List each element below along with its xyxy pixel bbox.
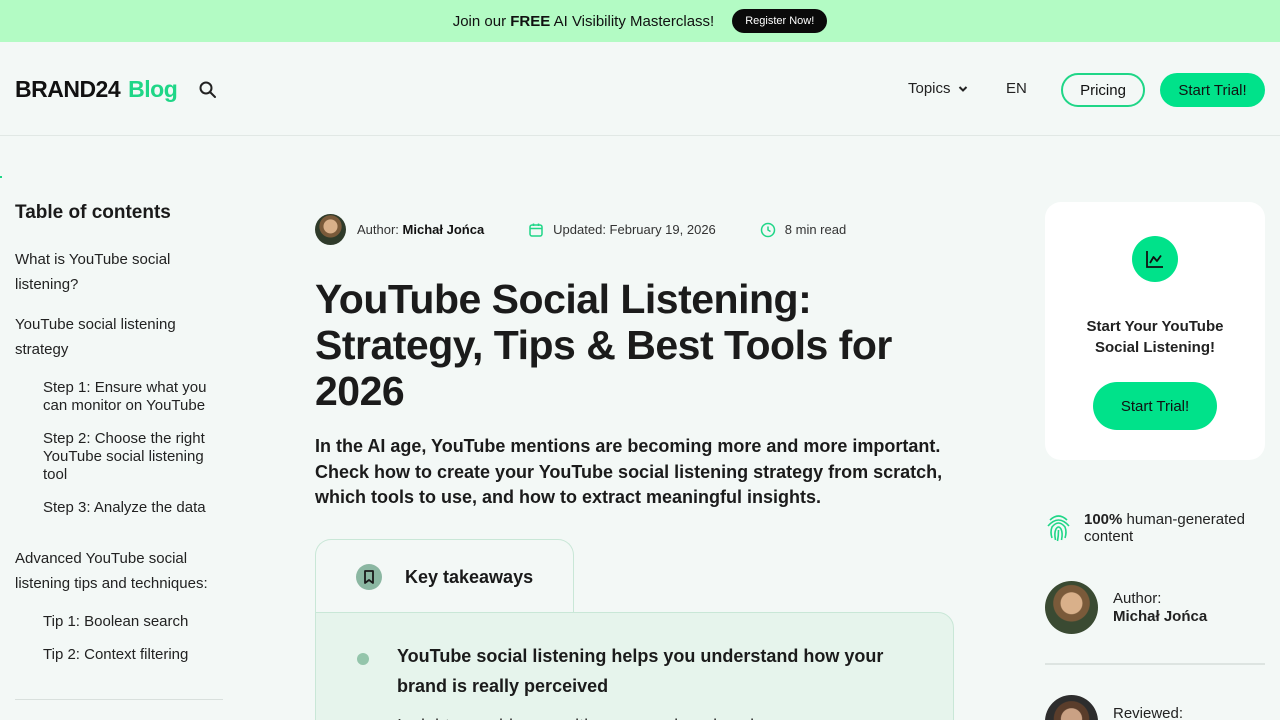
- cta-title: Start Your YouTube Social Listening!: [1086, 318, 1224, 356]
- topics-label: Topics: [908, 80, 951, 97]
- logo-blog: Blog: [128, 76, 178, 102]
- author-avatar[interactable]: [1045, 581, 1098, 634]
- toc-subitem[interactable]: Step 1: Ensure what you can monitor on Y…: [43, 379, 223, 415]
- bookmark-icon: [356, 564, 382, 590]
- sidebar-cta-card: Start Your YouTube Social Listening! Sta…: [1045, 202, 1265, 460]
- promo-text: Join our FREE AI Visibility Masterclass!: [452, 12, 715, 30]
- search-icon[interactable]: [198, 80, 218, 100]
- toc-subitem[interactable]: Tip 1: Boolean search: [43, 613, 223, 631]
- sidebar-reviewer: Reviewed:: [1045, 695, 1183, 720]
- reading-progress-bar: [0, 176, 2, 178]
- author-label: Author:: [1113, 589, 1162, 607]
- chart-line-icon: [1132, 236, 1178, 282]
- logo-brand: BRAND24: [15, 76, 121, 102]
- author-info: Author: Michał Jońca: [1113, 590, 1207, 626]
- brand-logo[interactable]: BRAND24 Blog: [15, 76, 178, 103]
- reviewed-label: Reviewed:: [1113, 705, 1184, 720]
- article-title: YouTube Social Listening: Strategy, Tips…: [315, 276, 892, 414]
- pricing-button[interactable]: Pricing: [1061, 73, 1145, 107]
- toc-item[interactable]: Advanced YouTube social listening tips a…: [15, 546, 223, 596]
- takeaway-item: YouTube social listening helps you under…: [397, 646, 884, 696]
- key-takeaways-title: Key takeaways: [405, 567, 534, 587]
- language-switch[interactable]: EN: [1006, 80, 1027, 97]
- bullet-dot: [357, 653, 369, 665]
- article-lead: In the AI age, YouTube mentions are beco…: [315, 436, 943, 507]
- toc-item[interactable]: YouTube social listening strategy: [15, 312, 223, 362]
- calendar-icon: [529, 223, 543, 237]
- toc-subitem[interactable]: Step 2: Choose the right YouTube social …: [43, 430, 223, 484]
- toc-divider: [15, 699, 223, 700]
- toc-subitem[interactable]: Step 3: Analyze the data: [43, 499, 223, 517]
- toc-title: Table of contents: [15, 202, 171, 223]
- article-meta: Author: Michał Jońca Updated: February 1…: [315, 214, 846, 245]
- author-name[interactable]: Michał Jońca: [403, 222, 485, 237]
- promo-banner: Join our FREE AI Visibility Masterclass!…: [0, 0, 1280, 42]
- site-header: BRAND24 Blog Topics EN Pricing Start Tri…: [0, 42, 1280, 178]
- updated-date: Updated: February 19, 2026: [528, 222, 716, 238]
- takeaway-item: Insights provide you with a comprehensiv…: [397, 711, 917, 720]
- sidebar-divider: [1045, 663, 1265, 665]
- start-trial-button[interactable]: Start Trial!: [1160, 73, 1265, 107]
- read-time: 8 min read: [760, 222, 846, 238]
- toc-item[interactable]: What is YouTube social listening?: [15, 247, 223, 297]
- author-avatar[interactable]: [315, 214, 346, 245]
- human-generated-text: 100% human-generated content: [1084, 511, 1245, 545]
- fingerprint-icon: [1047, 515, 1070, 542]
- author-byline: Author: Michał Jońca: [357, 222, 485, 237]
- toc-subitem[interactable]: Tip 2: Context filtering: [43, 646, 223, 664]
- reviewer-avatar[interactable]: [1045, 695, 1098, 720]
- key-takeaways-tab: Key takeaways: [315, 539, 574, 619]
- key-takeaways-box: YouTube social listening helps you under…: [315, 612, 954, 720]
- register-now-button[interactable]: Register Now!: [732, 9, 828, 33]
- clock-icon: [760, 222, 776, 237]
- sidebar-start-trial-button[interactable]: Start Trial!: [1093, 382, 1217, 430]
- human-generated-badge: 100% human-generated content: [1045, 511, 1264, 545]
- table-of-contents: Table of contents What is YouTube social…: [15, 202, 223, 670]
- sidebar-author: Author: Michał Jońca: [1045, 581, 1207, 634]
- topics-menu[interactable]: Topics: [908, 80, 968, 97]
- author-name[interactable]: Michał Jońca: [1113, 608, 1207, 626]
- chevron-down-icon: [958, 85, 967, 92]
